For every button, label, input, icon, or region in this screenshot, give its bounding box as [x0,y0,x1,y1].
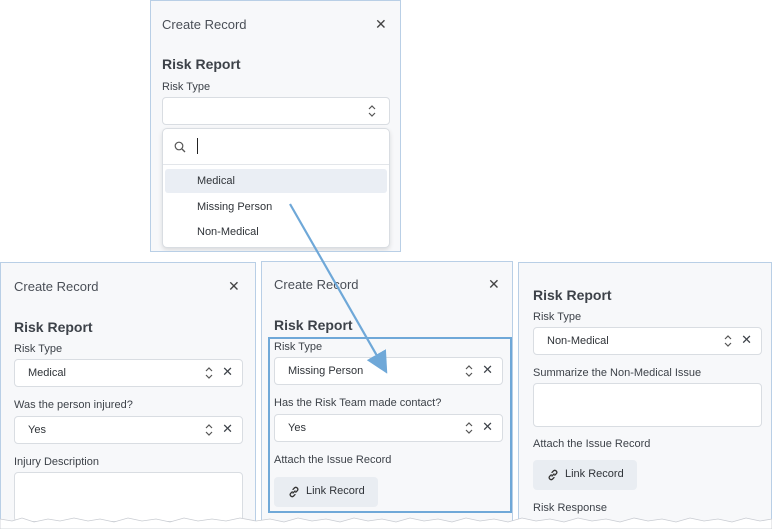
contact-value: Yes [288,422,306,434]
risk-type-select[interactable]: Non-Medical ✕ [533,327,762,355]
risk-type-value: Non-Medical [547,335,609,347]
form-title: Risk Report [14,319,93,335]
clear-icon[interactable]: ✕ [482,420,493,434]
link-record-label: Link Record [565,468,624,480]
injured-select[interactable]: Yes ✕ [14,416,243,444]
create-record-panel-medical: Create Record ✕ Risk Report Risk Type Me… [0,262,256,529]
attach-issue-label: Attach the Issue Record [274,454,392,466]
injured-label: Was the person injured? [14,399,133,411]
contact-select[interactable]: Yes ✕ [274,414,503,442]
risk-type-label: Risk Type [14,343,63,355]
option-medical[interactable]: Medical [165,169,387,193]
option-label: Non-Medical [197,226,259,238]
risk-type-label: Risk Type [533,311,582,323]
chevron-updown-icon [205,367,213,379]
risk-type-label: Risk Type [274,341,323,353]
link-record-label: Link Record [306,485,365,497]
link-record-button[interactable]: Link Record [274,477,378,507]
create-record-dialog-top: Create Record ✕ Risk Report Risk Type Me… [150,0,401,252]
risk-type-value: Missing Person [288,365,364,377]
option-missing-person[interactable]: Missing Person [165,195,387,219]
create-record-panel-missing-person: Create Record ✕ Risk Report Risk Type Mi… [261,261,513,529]
option-label: Missing Person [197,201,273,213]
dialog-header-title: Create Record [274,277,359,292]
chevron-updown-icon [205,424,213,436]
injured-value: Yes [28,424,46,436]
chevron-updown-icon [368,105,376,117]
option-label: Medical [197,175,235,187]
contact-label: Has the Risk Team made contact? [274,397,442,409]
form-title: Risk Report [162,56,241,72]
close-icon[interactable]: ✕ [488,277,500,291]
risk-type-value: Medical [28,367,66,379]
risk-type-select[interactable] [162,97,390,125]
summary-label: Summarize the Non-Medical Issue [533,367,702,379]
close-icon[interactable]: ✕ [375,17,387,31]
risk-response-label: Risk Response [533,502,607,514]
summary-input[interactable] [533,383,762,427]
form-title: Risk Report [533,287,612,303]
dialog-header-title: Create Record [14,279,99,294]
dropdown-search-input[interactable] [197,138,378,154]
risk-type-dropdown: Medical Missing Person Non-Medical [162,128,390,248]
form-title: Risk Report [274,317,353,333]
option-non-medical[interactable]: Non-Medical [165,220,387,244]
torn-edge-decoration [0,517,772,529]
chevron-updown-icon [465,422,473,434]
risk-type-select[interactable]: Missing Person ✕ [274,357,503,385]
dialog-header-title: Create Record [162,17,247,32]
dropdown-divider [163,164,389,165]
link-icon [289,486,299,498]
risk-type-select[interactable]: Medical ✕ [14,359,243,387]
injury-description-label: Injury Description [14,456,99,468]
clear-icon[interactable]: ✕ [741,333,752,347]
clear-icon[interactable]: ✕ [222,422,233,436]
risk-type-label: Risk Type [162,81,211,93]
clear-icon[interactable]: ✕ [482,363,493,377]
clear-icon[interactable]: ✕ [222,365,233,379]
chevron-updown-icon [724,335,732,347]
close-icon[interactable]: ✕ [228,279,240,293]
attach-issue-label: Attach the Issue Record [533,438,651,450]
search-icon [174,141,186,153]
link-record-button[interactable]: Link Record [533,460,637,490]
create-record-panel-non-medical: Risk Report Risk Type Non-Medical ✕ Summ… [518,262,772,529]
chevron-updown-icon [465,365,473,377]
link-icon [548,469,558,481]
